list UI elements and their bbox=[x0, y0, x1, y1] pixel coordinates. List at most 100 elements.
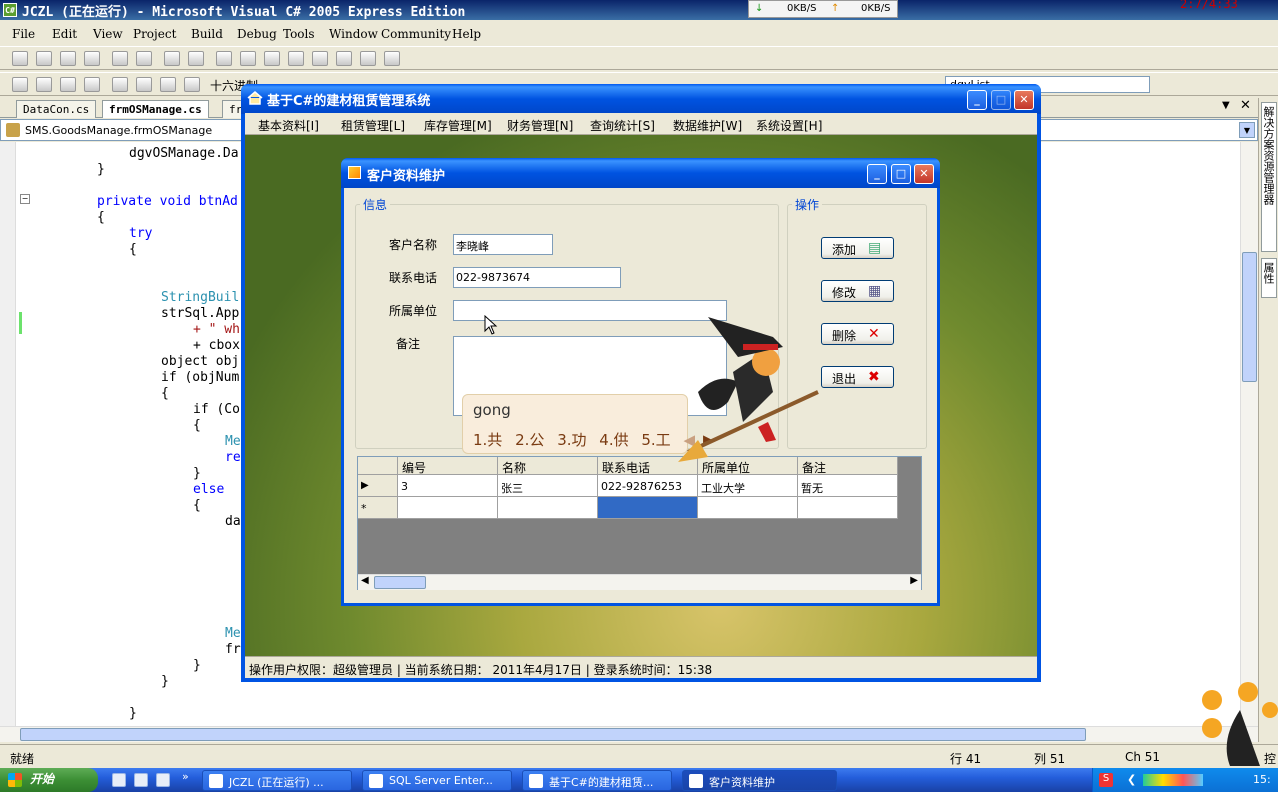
tab-datacon[interactable]: DataCon.cs bbox=[16, 100, 97, 118]
outdent-icon[interactable] bbox=[136, 51, 152, 66]
taskbar-item-sqlserver[interactable]: SQL Server Enter... bbox=[362, 770, 512, 791]
toolbar-button-icon[interactable] bbox=[12, 51, 28, 66]
bookmark-icon[interactable] bbox=[360, 51, 376, 66]
show-next-statement-icon[interactable] bbox=[112, 77, 128, 92]
exit-button[interactable]: 退出 ✖ bbox=[821, 366, 894, 388]
delete-button[interactable]: 删除 ✕ bbox=[821, 323, 894, 345]
scrollbar-thumb[interactable] bbox=[374, 576, 426, 589]
grid-cell-new[interactable] bbox=[698, 497, 798, 519]
grid-horizontal-scrollbar[interactable]: ◀ ▶ bbox=[358, 574, 921, 590]
tab-solution-explorer[interactable]: 解决方案资源管理器 bbox=[1261, 102, 1277, 252]
menu-data-maintenance[interactable]: 数据维护[W] bbox=[673, 117, 742, 134]
minimize-button[interactable]: _ bbox=[967, 90, 987, 110]
ime-candidate[interactable]: 3.功 bbox=[557, 431, 586, 449]
start-button[interactable]: 开始 bbox=[0, 768, 98, 792]
bookmark-icon[interactable] bbox=[216, 51, 232, 66]
taskbar-item-app[interactable]: 基于C#的建材租赁... bbox=[522, 770, 672, 791]
step-into-icon[interactable] bbox=[136, 77, 152, 92]
ime-candidate[interactable]: 4.供 bbox=[599, 431, 628, 449]
quicklaunch-ie-icon[interactable] bbox=[134, 773, 148, 787]
menu-edit[interactable]: Edit bbox=[52, 27, 77, 41]
scrollbar-thumb[interactable] bbox=[1242, 252, 1257, 382]
customer-name-input[interactable]: 李晓峰 bbox=[453, 234, 553, 255]
edit-button[interactable]: 修改 ▦ bbox=[821, 280, 894, 302]
menu-window[interactable]: Window bbox=[329, 27, 378, 41]
collapse-icon[interactable]: − bbox=[20, 194, 30, 204]
bookmark-icon[interactable] bbox=[288, 51, 304, 66]
grid-cell[interactable]: 暂无 bbox=[798, 475, 898, 497]
ime-candidate[interactable]: 5.工 bbox=[641, 431, 670, 449]
quicklaunch-more-icon[interactable]: » bbox=[182, 770, 189, 783]
bookmark-prev-icon[interactable] bbox=[240, 51, 256, 66]
menu-build[interactable]: Build bbox=[191, 27, 223, 41]
grid-cell[interactable]: 3 bbox=[398, 475, 498, 497]
maximize-button[interactable]: □ bbox=[991, 90, 1011, 110]
ime-candidate[interactable]: 1.共 bbox=[473, 431, 502, 449]
bookmark-next-icon[interactable] bbox=[264, 51, 280, 66]
grid-cell-new[interactable] bbox=[398, 497, 498, 519]
scroll-right-icon[interactable]: ▶ bbox=[910, 575, 918, 586]
close-button[interactable]: ✕ bbox=[914, 164, 934, 184]
quicklaunch-app-icon[interactable] bbox=[156, 773, 170, 787]
tray-collapse-icon[interactable]: ❮ bbox=[1127, 773, 1136, 786]
continue-icon[interactable] bbox=[12, 77, 28, 92]
minimize-button[interactable]: _ bbox=[867, 164, 887, 184]
toolbar-button-icon[interactable] bbox=[84, 51, 100, 66]
taskbar-item-vs[interactable]: JCZL (正在运行) ... bbox=[202, 770, 352, 791]
tab-dropdown-icon[interactable]: ▼ bbox=[1222, 100, 1230, 111]
menu-inventory[interactable]: 库存管理[M] bbox=[424, 117, 492, 134]
tab-properties[interactable]: 属性 bbox=[1261, 258, 1277, 298]
menu-help[interactable]: Help bbox=[452, 27, 481, 41]
indent-icon[interactable] bbox=[112, 51, 128, 66]
grid-cell[interactable]: 张三 bbox=[498, 475, 598, 497]
menu-lease[interactable]: 租赁管理[L] bbox=[341, 117, 405, 134]
menu-debug[interactable]: Debug bbox=[237, 27, 277, 41]
taskbar-item-dialog[interactable]: 客户资料维护 bbox=[682, 770, 837, 791]
comment-icon[interactable] bbox=[164, 51, 180, 66]
grid-cell[interactable]: 022-92876253 bbox=[598, 475, 698, 497]
close-button[interactable]: ✕ bbox=[1014, 90, 1034, 110]
tab-frmosmanage[interactable]: frmOSManage.cs bbox=[102, 100, 209, 118]
menu-community[interactable]: Community bbox=[381, 27, 451, 41]
chevron-down-icon[interactable]: ▼ bbox=[1239, 122, 1255, 138]
row-selector-current-icon[interactable]: ▶ bbox=[358, 475, 398, 497]
menu-finance[interactable]: 财务管理[N] bbox=[507, 117, 573, 134]
s-icon[interactable]: S bbox=[1099, 773, 1113, 787]
maximize-button[interactable]: □ bbox=[891, 164, 911, 184]
grid-cell-new[interactable] bbox=[798, 497, 898, 519]
editor-horizontal-scrollbar[interactable] bbox=[0, 726, 1258, 742]
toolbar-button-icon[interactable] bbox=[60, 51, 76, 66]
menu-basic-data[interactable]: 基本资料[I] bbox=[258, 117, 319, 134]
close-icon[interactable]: ✕ bbox=[1240, 98, 1251, 113]
stop-icon[interactable] bbox=[60, 77, 76, 92]
menu-view[interactable]: View bbox=[93, 27, 123, 41]
menu-query[interactable]: 查询统计[S] bbox=[590, 117, 655, 134]
grid-header[interactable]: 名称 bbox=[498, 457, 598, 475]
tray-icons[interactable] bbox=[1143, 774, 1203, 786]
menu-file[interactable]: File bbox=[12, 27, 35, 41]
restart-icon[interactable] bbox=[84, 77, 100, 92]
grid-cell-new[interactable] bbox=[498, 497, 598, 519]
grid-cell-selected[interactable] bbox=[598, 497, 698, 519]
scrollbar-thumb[interactable] bbox=[20, 728, 1086, 741]
scroll-left-icon[interactable]: ◀ bbox=[361, 575, 369, 586]
grid-cell[interactable]: 工业大学 bbox=[698, 475, 798, 497]
menu-tools[interactable]: Tools bbox=[283, 27, 315, 41]
menu-settings[interactable]: 系统设置[H] bbox=[756, 117, 822, 134]
row-selector-new-icon[interactable]: * bbox=[358, 497, 398, 519]
ime-candidate[interactable]: 2.公 bbox=[515, 431, 544, 449]
toolbar-button-icon[interactable] bbox=[36, 51, 52, 66]
app-title-bar[interactable]: 基于C#的建材租赁管理系统 _ □ ✕ bbox=[241, 84, 1041, 114]
add-button[interactable]: 添加 ▤ bbox=[821, 237, 894, 259]
bookmark-icon[interactable] bbox=[336, 51, 352, 66]
dialog-title-bar[interactable]: 客户资料维护 _ □ ✕ bbox=[341, 158, 940, 188]
quicklaunch-desktop-icon[interactable] bbox=[112, 773, 126, 787]
pause-icon[interactable] bbox=[36, 77, 52, 92]
floating-ime-widget-icon[interactable] bbox=[1200, 680, 1278, 766]
editor-vertical-scrollbar[interactable] bbox=[1240, 142, 1258, 726]
grid-header[interactable]: 编号 bbox=[398, 457, 498, 475]
uncomment-icon[interactable] bbox=[188, 51, 204, 66]
step-out-icon[interactable] bbox=[184, 77, 200, 92]
phone-input[interactable]: 022-9873674 bbox=[453, 267, 621, 288]
bookmark-clear-icon[interactable] bbox=[384, 51, 400, 66]
